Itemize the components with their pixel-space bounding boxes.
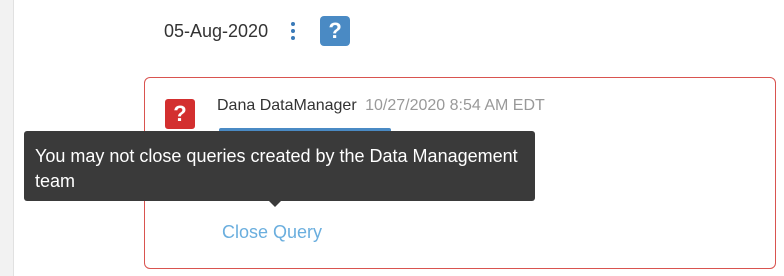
kebab-dot <box>291 22 296 26</box>
kebab-dot <box>291 36 296 40</box>
query-author: Dana DataManager <box>217 97 357 114</box>
tooltip: You may not close queries created by the… <box>24 131 535 201</box>
query-date-row: 05-Aug-2020 ? <box>164 14 351 48</box>
tooltip-text: You may not close queries created by the… <box>35 146 518 191</box>
query-date: 05-Aug-2020 <box>164 20 269 41</box>
kebab-menu-icon[interactable] <box>288 20 298 42</box>
tooltip-arrow <box>268 200 282 207</box>
question-mark-icon: ? <box>165 99 195 129</box>
query-author-row: Dana DataManager 10/27/2020 8:54 AM EDT <box>217 97 545 115</box>
kebab-dot <box>291 29 296 33</box>
close-query-link[interactable]: Close Query <box>222 222 322 243</box>
query-timestamp: 10/27/2020 8:54 AM EDT <box>365 97 545 114</box>
help-icon[interactable]: ? <box>320 16 351 46</box>
